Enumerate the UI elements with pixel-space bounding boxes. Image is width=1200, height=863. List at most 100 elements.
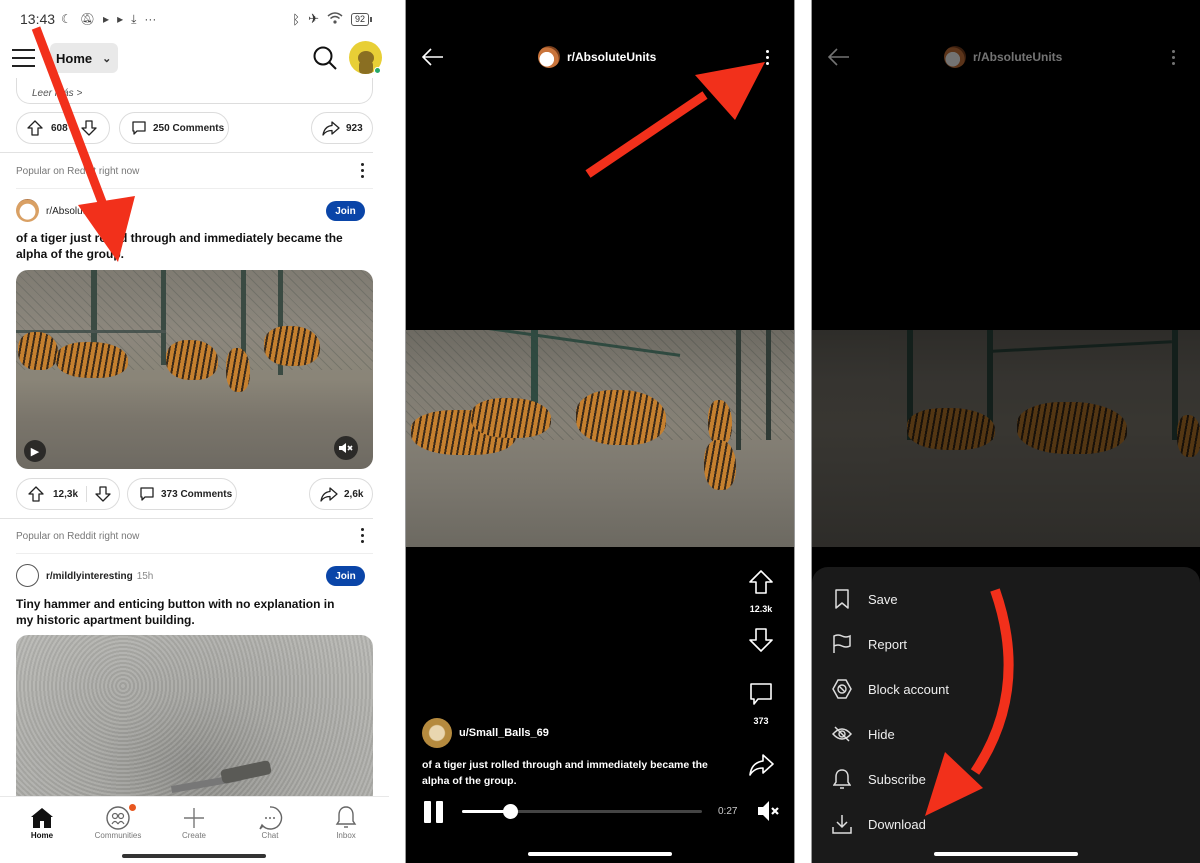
gesture-bar[interactable] — [934, 852, 1078, 856]
share-button[interactable]: 923 — [311, 112, 373, 144]
post-title[interactable]: Tiny hammer and enticing button with no … — [16, 596, 349, 628]
download-icon: ⤓ — [131, 11, 137, 26]
chevron-down-icon: ⌄ — [102, 52, 112, 65]
gesture-bar[interactable] — [122, 854, 266, 858]
reddit-feed-screen: 13:43 ☾ 🔕︎ ▸ ▸ ⤓ ··· ᛒ ✈ 92 Home ⌄ Leer … — [0, 0, 389, 863]
comments-count: 373 — [753, 716, 769, 726]
mute-icon[interactable] — [334, 436, 358, 460]
post-title[interactable]: of a tiger just rolled through and immed… — [16, 230, 349, 262]
post-image[interactable] — [16, 635, 373, 805]
video-play-icon[interactable]: ▶ — [24, 440, 46, 462]
comments-button[interactable]: 373 Comments — [127, 478, 237, 510]
nav-communities[interactable]: Communities — [88, 804, 148, 840]
status-bar: 13:43 ☾ 🔕︎ ▸ ▸ ⤓ ··· ᛒ ✈ 92 — [20, 8, 373, 30]
share-button[interactable]: 2,6k — [309, 478, 373, 510]
video-frame[interactable] — [406, 330, 794, 547]
menu-icon[interactable] — [12, 48, 35, 68]
post-author[interactable]: u/Small_Balls_69 — [422, 718, 549, 748]
more-options-icon[interactable] — [1172, 50, 1175, 68]
menu-item-subscribe[interactable]: Subscribe — [832, 769, 926, 789]
read-more-link[interactable]: Leer más > — [32, 88, 82, 99]
video-scrubber[interactable] — [462, 804, 702, 819]
upvote-action[interactable]: 12.3k — [748, 570, 774, 614]
upvote-icon[interactable] — [27, 120, 43, 136]
gesture-bar[interactable] — [528, 852, 672, 856]
nav-inbox[interactable]: Inbox — [316, 805, 376, 840]
more-options-icon[interactable] — [766, 50, 769, 68]
menu-item-download[interactable]: Download — [832, 814, 926, 834]
subreddit-avatar — [538, 46, 560, 68]
upvote-count: 608 — [51, 122, 68, 134]
menu-item-hide[interactable]: Hide — [832, 724, 895, 744]
nav-chat[interactable]: Chat — [240, 805, 300, 840]
post-context-label: Popular on Reddit right now — [16, 166, 140, 177]
menu-item-report[interactable]: Report — [832, 634, 907, 654]
feed-selector[interactable]: Home ⌄ — [50, 43, 118, 73]
download-icon — [832, 814, 852, 834]
post-divider — [0, 152, 373, 153]
downvote-icon[interactable] — [95, 486, 111, 502]
bell-icon — [832, 769, 852, 789]
author-name: u/Small_Balls_69 — [459, 727, 549, 739]
notifications-off-icon: 🔕︎ — [79, 11, 96, 26]
join-button[interactable]: Join — [326, 201, 365, 221]
subreddit-name: r/AbsoluteUnits — [973, 50, 1063, 64]
menu-item-block-account[interactable]: Block account — [832, 679, 949, 699]
share-icon[interactable] — [748, 753, 774, 779]
join-button[interactable]: Join — [326, 566, 365, 586]
search-icon[interactable] — [312, 45, 338, 71]
previous-post-actions: 608 250 Comments 923 — [16, 112, 373, 144]
menu-item-save[interactable]: Save — [832, 589, 898, 609]
comments-count: 373 Comments — [161, 488, 233, 500]
downvote-icon[interactable] — [81, 120, 97, 136]
eye-off-icon — [832, 724, 852, 744]
pause-icon[interactable] — [424, 801, 444, 823]
post-actions: 12,3k 373 Comments 2,6k — [16, 478, 373, 510]
post-context-label: Popular on Reddit right now — [16, 531, 140, 542]
mute-icon[interactable] — [756, 799, 780, 828]
subreddit-avatar[interactable] — [16, 199, 39, 222]
block-icon — [832, 679, 852, 699]
share-icon — [320, 487, 338, 502]
share-count: 2,6k — [344, 488, 364, 500]
video-player-screen: r/AbsoluteUnits 12.3k 373 u/Small_Balls_… — [405, 0, 795, 863]
subreddit-chip[interactable]: r/AbsoluteUnits — [944, 46, 1062, 68]
back-arrow-icon[interactable] — [827, 48, 850, 71]
player-header: r/AbsoluteUnits — [812, 40, 1200, 76]
scrubber-handle[interactable] — [503, 804, 518, 819]
downvote-icon[interactable] — [748, 628, 774, 654]
nav-home[interactable]: Home — [12, 805, 72, 840]
upvote-icon[interactable] — [28, 486, 44, 502]
subreddit-name[interactable]: r/AbsoluteUnits — [46, 206, 114, 217]
subreddit-avatar[interactable] — [16, 564, 39, 587]
subreddit-avatar — [944, 46, 966, 68]
plus-icon — [164, 805, 224, 831]
comments-button[interactable]: 250 Comments — [119, 112, 229, 144]
airplane-icon: ✈ — [308, 11, 319, 26]
share-count: 923 — [346, 122, 363, 134]
feed-selector-label: Home — [56, 50, 93, 66]
vote-control: 608 — [16, 112, 110, 144]
communities-icon — [88, 805, 148, 831]
play-icon: ▸ — [103, 11, 110, 26]
more-options-icon[interactable] — [361, 528, 365, 546]
nav-create[interactable]: Create — [164, 805, 224, 840]
chat-icon — [240, 805, 300, 831]
options-bottom-sheet: Save Report Block account Hide Subscribe… — [812, 567, 1200, 863]
back-arrow-icon[interactable] — [421, 48, 444, 71]
comment-icon — [750, 683, 772, 705]
post-divider — [0, 518, 373, 519]
subreddit-name[interactable]: r/mildlyinteresting 15h — [46, 571, 153, 582]
post-video-thumbnail[interactable]: ▶ — [16, 270, 373, 469]
more-options-icon[interactable] — [361, 163, 365, 181]
flag-icon — [832, 634, 852, 654]
upvote-count: 12.3k — [749, 604, 773, 614]
video-caption: of a tiger just rolled through and immed… — [422, 759, 708, 787]
elapsed-time: 0:27 — [718, 806, 738, 817]
subreddit-chip[interactable]: r/AbsoluteUnits — [538, 46, 656, 68]
vote-control: 12,3k — [16, 478, 120, 510]
comments-action[interactable]: 373 — [748, 682, 774, 726]
share-icon — [322, 121, 340, 136]
author-avatar — [422, 718, 452, 748]
comments-count: 250 Comments — [153, 122, 225, 134]
